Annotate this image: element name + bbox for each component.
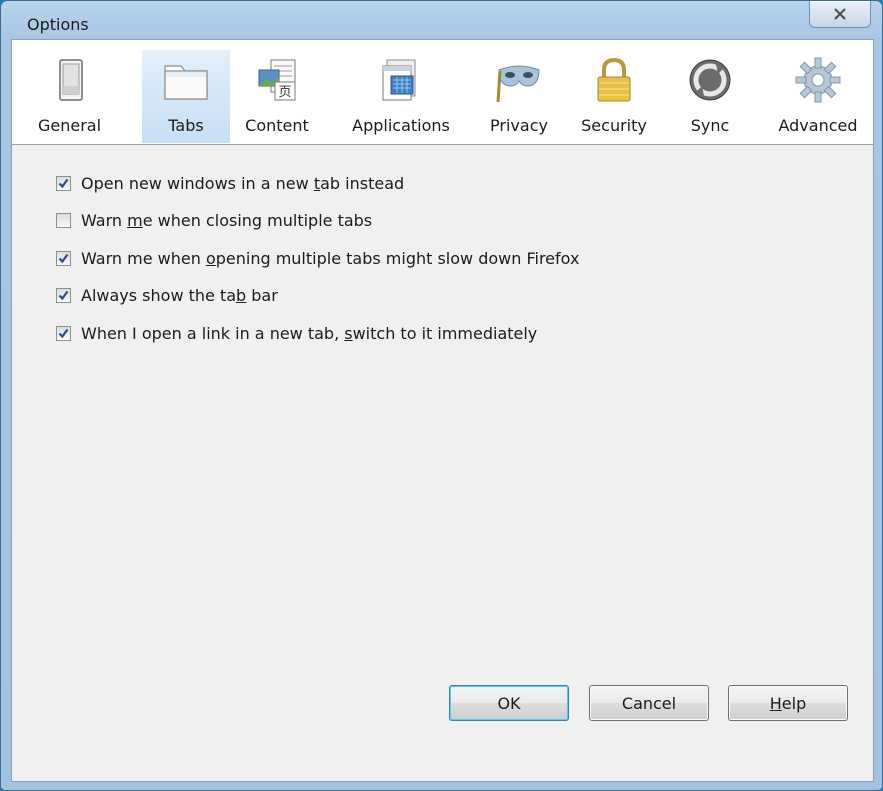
tabs-folder-icon bbox=[164, 65, 208, 100]
options-window: Options General Tabs 页 Content Applicati… bbox=[0, 0, 883, 791]
option-switch-to-new-tab[interactable]: When I open a link in a new tab, switch … bbox=[56, 321, 537, 345]
checkbox-checked[interactable] bbox=[56, 287, 71, 303]
tab-label: Applications bbox=[352, 116, 450, 135]
option-warn-closing-multiple-tabs[interactable]: Warn me when closing multiple tabs bbox=[56, 208, 372, 232]
tab-label: Advanced bbox=[778, 116, 858, 135]
ok-button[interactable]: OK bbox=[449, 685, 569, 721]
tab-tabs[interactable]: Tabs bbox=[142, 50, 230, 143]
option-label: Warn me when opening multiple tabs might… bbox=[81, 248, 580, 268]
option-open-new-windows-in-tab[interactable]: Open new windows in a new tab instead bbox=[56, 171, 404, 195]
privacy-mask-icon bbox=[496, 65, 540, 103]
checkmark-icon bbox=[58, 178, 69, 188]
advanced-gear-icon bbox=[795, 57, 841, 103]
checkbox-unchecked[interactable] bbox=[56, 212, 71, 228]
general-switch-icon bbox=[58, 59, 83, 101]
cancel-button[interactable]: Cancel bbox=[589, 685, 709, 721]
checkbox-checked[interactable] bbox=[56, 250, 71, 266]
tab-general[interactable]: General bbox=[22, 50, 117, 140]
tab-security[interactable]: Security bbox=[570, 50, 658, 140]
close-button[interactable] bbox=[809, 1, 871, 28]
close-icon bbox=[834, 8, 846, 20]
help-button[interactable]: Help bbox=[728, 685, 848, 721]
tab-label: Privacy bbox=[490, 116, 548, 135]
option-label: Always show the tab bar bbox=[81, 285, 278, 305]
tab-content[interactable]: 页 Content bbox=[232, 50, 322, 140]
tab-advanced[interactable]: Advanced bbox=[766, 50, 870, 140]
security-padlock-icon bbox=[597, 57, 631, 102]
dialog-body: General Tabs 页 Content Applications Priv… bbox=[11, 39, 874, 782]
pane-toolbar: General Tabs 页 Content Applications Priv… bbox=[12, 40, 873, 145]
tab-sync[interactable]: Sync bbox=[670, 50, 750, 140]
applications-window-icon bbox=[382, 59, 416, 101]
tab-privacy[interactable]: Privacy bbox=[479, 50, 559, 140]
option-label: When I open a link in a new tab, switch … bbox=[81, 323, 538, 343]
option-label: Warn me when closing multiple tabs bbox=[81, 210, 373, 230]
checkmark-icon bbox=[58, 290, 69, 300]
sync-arrows-icon bbox=[689, 59, 731, 101]
content-page-icon: 页 bbox=[258, 59, 296, 101]
checkmark-icon bbox=[58, 253, 69, 263]
svg-text:页: 页 bbox=[278, 85, 291, 100]
checkbox-checked[interactable] bbox=[56, 325, 71, 341]
tab-label: Sync bbox=[690, 116, 730, 135]
tab-label: Tabs bbox=[168, 116, 204, 135]
checkmark-icon bbox=[58, 328, 69, 338]
tab-applications[interactable]: Applications bbox=[336, 50, 466, 140]
window-title: Options bbox=[27, 15, 89, 34]
tab-label: General bbox=[37, 116, 102, 135]
option-label: Open new windows in a new tab instead bbox=[81, 173, 405, 193]
tab-label: Security bbox=[581, 116, 647, 135]
option-warn-opening-multiple-tabs[interactable]: Warn me when opening multiple tabs might… bbox=[56, 246, 579, 270]
checkbox-checked[interactable] bbox=[56, 175, 71, 191]
tab-label: Content bbox=[245, 116, 309, 135]
option-always-show-tab-bar[interactable]: Always show the tab bar bbox=[56, 283, 278, 307]
